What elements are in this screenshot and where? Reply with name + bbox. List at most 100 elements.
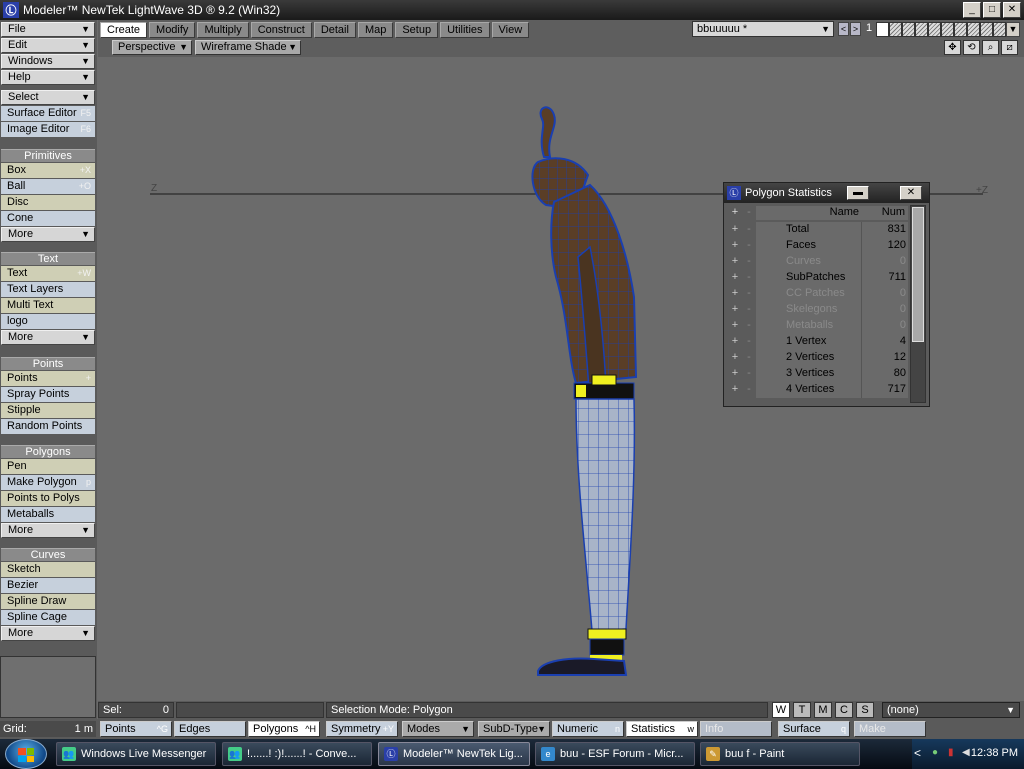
select-menu[interactable]: Select ▼ <box>1 90 95 105</box>
wtmcs-s-button[interactable]: S <box>856 702 874 718</box>
polygons-metaballs-button[interactable]: Metaballs <box>1 507 95 522</box>
points-random-points-button[interactable]: Random Points <box>1 419 95 434</box>
text-logo-button[interactable]: logo <box>1 314 95 329</box>
stats-row[interactable]: + - Total 831 <box>728 222 908 238</box>
wtmcs-c-button[interactable]: C <box>835 702 853 718</box>
stats-row[interactable]: + - Skelegons 0 <box>728 302 908 318</box>
polygons-make-polygon-button[interactable]: Make Polygon p <box>1 475 95 490</box>
panel-close-button[interactable]: ✕ <box>900 186 922 200</box>
help-menu[interactable]: Help ▼ <box>1 70 95 85</box>
curves-bezier-button[interactable]: Bezier <box>1 578 95 593</box>
edit-menu[interactable]: Edit ▼ <box>1 38 95 53</box>
curves-spline-cage-button[interactable]: Spline Cage <box>1 610 95 625</box>
tray-expand-icon[interactable]: < <box>914 746 926 760</box>
modes-dropdown[interactable]: Modes ▼ <box>402 721 474 737</box>
layer-slot[interactable] <box>902 22 915 37</box>
polygon-statistics-titlebar[interactable]: Ⓛ Polygon Statistics ▬ ✕ <box>724 183 929 203</box>
points-mode-button[interactable]: Points ^G <box>100 721 172 737</box>
layer-slot[interactable] <box>967 22 980 37</box>
minimize-button[interactable]: _ <box>963 2 981 18</box>
polygons-more-button[interactable]: More ▼ <box>1 523 95 538</box>
view-type-dropdown[interactable]: Perspective ▼ <box>112 40 192 55</box>
layer-slot[interactable] <box>876 22 889 37</box>
primitives-disc-button[interactable]: Disc <box>1 195 95 210</box>
taskbar-button[interactable]: 👥 Windows Live Messenger <box>56 742 216 766</box>
stats-row[interactable]: + - Curves 0 <box>728 254 908 270</box>
rotate-view-icon[interactable]: ⟲ <box>963 40 980 55</box>
tab-utilities[interactable]: Utilities <box>440 22 490 38</box>
layer-slot[interactable] <box>889 22 902 37</box>
deselect-all-column[interactable]: - <box>742 206 756 220</box>
deselect-minus-button[interactable]: - <box>742 318 756 334</box>
shading-dropdown[interactable]: Wireframe Shade ▼ <box>195 40 301 55</box>
text-text-button[interactable]: Text +W <box>1 266 95 281</box>
maximize-view-icon[interactable]: ⧄ <box>1001 40 1018 55</box>
stats-row[interactable]: + -4 Vertices 717 <box>728 382 908 398</box>
network-tray-icon[interactable]: ▮ <box>948 747 960 759</box>
select-plus-button[interactable]: + <box>728 318 742 334</box>
tab-detail[interactable]: Detail <box>313 22 356 38</box>
select-plus-button[interactable]: + <box>728 382 742 398</box>
taskbar-button[interactable]: 👥 !......! :)!......! - Conve... <box>222 742 372 766</box>
tab-view[interactable]: View <box>491 22 530 38</box>
deselect-minus-button[interactable]: - <box>742 302 756 318</box>
select-plus-button[interactable]: + <box>728 238 742 254</box>
maximize-button[interactable]: □ <box>983 2 1001 18</box>
select-plus-button[interactable]: + <box>728 286 742 302</box>
taskbar-button[interactable]: Ⓛ Modeler™ NewTek Lig... <box>378 742 530 766</box>
surface-button[interactable]: Surface q <box>778 721 850 737</box>
messenger-tray-icon[interactable]: ● <box>932 747 944 759</box>
select-plus-button[interactable]: + <box>728 366 742 382</box>
deselect-minus-button[interactable]: - <box>742 350 756 366</box>
select-plus-button[interactable]: + <box>728 302 742 318</box>
polygons-pen-button[interactable]: Pen <box>1 459 95 474</box>
move-view-icon[interactable]: ✥ <box>944 40 961 55</box>
scrollbar-thumb[interactable] <box>912 207 924 342</box>
stats-row[interactable]: + - Metaballs 0 <box>728 318 908 334</box>
tab-modify[interactable]: Modify <box>149 22 196 38</box>
text-multi-text-button[interactable]: Multi Text <box>1 298 95 313</box>
deselect-minus-button[interactable]: - <box>742 270 756 286</box>
stats-row[interactable]: + - SubPatches 711 <box>728 270 908 286</box>
edges-mode-button[interactable]: Edges <box>174 721 246 737</box>
make-button[interactable]: Make <box>854 721 926 737</box>
deselect-minus-button[interactable]: - <box>742 222 756 238</box>
tab-construct[interactable]: Construct <box>250 22 312 38</box>
select-plus-button[interactable]: + <box>728 350 742 366</box>
zoom-view-icon[interactable]: ⌕ <box>982 40 999 55</box>
taskbar-button[interactable]: ✎ buu f - Paint <box>700 742 860 766</box>
points-spray-points-button[interactable]: Spray Points <box>1 387 95 402</box>
polygons-mode-button[interactable]: Polygons ^H <box>248 721 320 737</box>
file-menu[interactable]: File ▼ <box>1 22 95 37</box>
layer-slot[interactable] <box>915 22 928 37</box>
select-plus-button[interactable]: + <box>728 334 742 350</box>
select-all-column[interactable]: + <box>728 206 742 220</box>
tab-setup[interactable]: Setup <box>395 22 439 38</box>
stats-scrollbar[interactable] <box>910 205 926 403</box>
info-button[interactable]: Info <box>700 721 772 737</box>
surface-dropdown[interactable]: (none) ▼ <box>882 702 1020 718</box>
deselect-minus-button[interactable]: - <box>742 286 756 302</box>
primitives-box-button[interactable]: Box +X <box>1 163 95 178</box>
statistics-button[interactable]: Statistics w <box>626 721 698 737</box>
primitives-ball-button[interactable]: Ball +O <box>1 179 95 194</box>
layer-slot[interactable] <box>954 22 967 37</box>
numeric-button[interactable]: Numeric n <box>552 721 624 737</box>
wtmcs-w-button[interactable]: W <box>772 702 790 718</box>
curves-more-button[interactable]: More ▼ <box>1 626 95 641</box>
wtmcs-t-button[interactable]: T <box>793 702 811 718</box>
deselect-minus-button[interactable]: - <box>742 238 756 254</box>
layer-next-button[interactable]: > <box>850 22 861 36</box>
primitives-more-button[interactable]: More ▼ <box>1 227 95 242</box>
taskbar-button[interactable]: e buu - ESF Forum - Micr... <box>535 742 695 766</box>
deselect-minus-button[interactable]: - <box>742 382 756 398</box>
curves-spline-draw-button[interactable]: Spline Draw <box>1 594 95 609</box>
layer-slot[interactable] <box>941 22 954 37</box>
points-stipple-button[interactable]: Stipple <box>1 403 95 418</box>
polygons-points-to-polys-button[interactable]: Points to Polys <box>1 491 95 506</box>
tab-create[interactable]: Create <box>100 22 148 38</box>
primitives-cone-button[interactable]: Cone <box>1 211 95 226</box>
stats-row[interactable]: + - Faces 120 <box>728 238 908 254</box>
points-points-button[interactable]: Points + <box>1 371 95 386</box>
stats-row[interactable]: + -2 Vertices 12 <box>728 350 908 366</box>
